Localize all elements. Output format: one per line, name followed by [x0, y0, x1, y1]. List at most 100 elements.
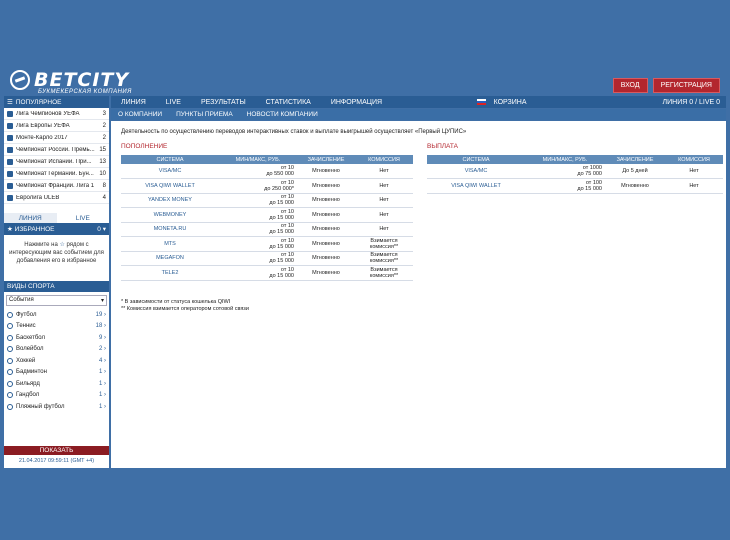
login-button[interactable]: ВХОД — [612, 78, 648, 93]
payment-system-link[interactable]: YANDEX MONEY — [121, 193, 219, 208]
table-cell: Мгновенно — [297, 265, 355, 281]
sport-item-count: 1 — [98, 392, 103, 399]
sport-item[interactable]: Бильярд 1 › — [4, 378, 109, 390]
sports-filter-value: События — [9, 297, 34, 303]
line-live-counter[interactable]: ЛИНИЯ 0 / LIVE 0 — [663, 99, 720, 106]
sport-item[interactable]: Пляжный футбол 1 › — [4, 401, 109, 413]
table-cell: от 10 до 15 000 — [219, 193, 297, 208]
popular-item[interactable]: Чемпионат России. Премь... 15 — [4, 144, 109, 156]
league-icon — [7, 110, 13, 117]
payment-system-link[interactable]: VISA/MC — [427, 164, 525, 179]
favorites-hint: Нажмите на ☆ рядом с интересующим вас со… — [4, 235, 109, 271]
chevron-right-icon: › — [104, 357, 106, 364]
sub-nav: О КОМПАНИИ ПУНКТЫ ПРИЕМА НОВОСТИ КОМПАНИИ — [111, 109, 726, 120]
nav-item[interactable]: ИНФОРМАЦИЯ — [321, 99, 392, 106]
league-icon — [7, 158, 13, 165]
payment-system-link[interactable]: MTS — [121, 236, 219, 252]
sport-item[interactable]: Волейбол 2 › — [4, 344, 109, 356]
sport-item-label: Баскетбол — [16, 334, 45, 341]
nav-item[interactable]: LIVE — [156, 99, 191, 106]
payment-system-link[interactable]: VISA QIWI WALLET — [427, 178, 525, 194]
table-cell: До 5 дней — [605, 164, 665, 179]
sport-item-label: Футбол — [16, 311, 37, 318]
language-flag-icon[interactable] — [476, 99, 486, 105]
main-content: Деятельность по осуществлению переводов … — [111, 121, 726, 468]
popular-header[interactable]: ☰ ПОПУЛЯРНОЕ — [4, 96, 109, 108]
sports-header: ВИДЫ СПОРТА — [4, 281, 109, 292]
show-button[interactable]: ПОКАЗАТЬ — [4, 446, 109, 455]
sport-item[interactable]: Баскетбол 9 › — [4, 332, 109, 344]
payment-system-link[interactable]: MEGAFON — [121, 251, 219, 266]
popular-item[interactable]: Евролига ULEB 4 — [4, 192, 109, 204]
payment-system-link[interactable]: VISA QIWI WALLET — [121, 178, 219, 194]
auth-buttons: ВХОД РЕГИСТРАЦИЯ — [612, 78, 720, 93]
popular-item-label: Чемпионат Германии. Бун... — [16, 170, 94, 177]
register-button[interactable]: РЕГИСТРАЦИЯ — [652, 78, 720, 93]
sports-list: Футбол 19 › Теннис 18 › Баскетбол 9 › Волейбол… — [4, 309, 109, 413]
popular-item-count: 3 — [102, 110, 106, 117]
table-cell: Мгновенно — [297, 193, 355, 208]
star-icon: ★ — [7, 226, 13, 233]
brand-tagline: БУКМЕКЕРСКАЯ КОМПАНИЯ — [38, 89, 132, 95]
sport-item[interactable]: Футбол 19 › — [4, 309, 109, 321]
favorites-header[interactable]: ★ ИЗБРАННОЕ 0 ▾ — [4, 223, 109, 235]
sport-item-label: Пляжный футбол — [16, 403, 65, 410]
payment-system-link[interactable]: VISA/MC — [121, 164, 219, 179]
sport-item-label: Бадминтон — [16, 369, 47, 376]
sport-item[interactable]: Теннис 18 › — [4, 321, 109, 333]
subnav-item[interactable]: О КОМПАНИИ — [111, 111, 169, 118]
payment-system-link[interactable]: MONETA.RU — [121, 222, 219, 237]
popular-item-count: 2 — [102, 134, 106, 141]
popular-item[interactable]: Чемпионат Франции. Лига 1 8 — [4, 180, 109, 192]
payment-system-link[interactable]: TELE2 — [121, 265, 219, 281]
column-header: СИСТЕМА — [427, 155, 525, 164]
popular-item[interactable]: Монте-Карло 2017 2 — [4, 132, 109, 144]
sport-item[interactable]: Бадминтон 1 › — [4, 367, 109, 379]
subnav-item[interactable]: ПУНКТЫ ПРИЕМА — [169, 111, 240, 118]
table-cell: от 10 до 15 000 — [219, 222, 297, 237]
sport-item-count: 1 — [98, 369, 103, 376]
star-outline-icon: ☆ — [59, 242, 65, 248]
league-icon — [7, 194, 13, 201]
intro-text: Деятельность по осуществлению переводов … — [121, 129, 467, 135]
popular-item-label: Чемпионат России. Премь... — [16, 146, 95, 153]
table-cell: Взимается комиссия** — [355, 265, 413, 281]
sport-ball-icon — [7, 369, 13, 376]
nav-item[interactable]: ЛИНИЯ — [111, 99, 156, 106]
logo-emblem-icon — [10, 70, 30, 90]
nav-item[interactable]: СТАТИСТИКА — [256, 99, 321, 106]
payment-system-link[interactable]: WEBMONEY — [121, 207, 219, 223]
popular-item-count: 2 — [102, 122, 106, 129]
deposit-title: ПОПОЛНЕНИЕ — [121, 143, 168, 150]
table-cell: Мгновенно — [605, 178, 665, 194]
table-cell: Мгновенно — [297, 164, 355, 179]
sport-ball-icon — [7, 346, 13, 353]
league-icon — [7, 134, 13, 141]
popular-item[interactable]: Чемпионат Испании. При... 13 — [4, 156, 109, 168]
subnav-item[interactable]: НОВОСТИ КОМПАНИИ — [240, 111, 325, 118]
table-cell: от 10 до 550 000 — [219, 164, 297, 179]
popular-item[interactable]: Чемпионат Германии. Бун... 10 — [4, 168, 109, 180]
popular-item[interactable]: Лига Чемпионов УЕФА 3 — [4, 108, 109, 120]
cart-link[interactable]: КОРЗИНА — [494, 99, 527, 106]
sport-item[interactable]: Хоккей 4 › — [4, 355, 109, 367]
league-icon — [7, 122, 13, 129]
tab-line[interactable]: ЛИНИЯ — [4, 213, 57, 223]
sport-item-count: 18 — [95, 323, 103, 330]
popular-item-label: Лига Чемпионов УЕФА — [16, 110, 80, 117]
footnote-2: ** Комиссия взимается оператором сотовой… — [121, 306, 249, 312]
sports-filter-select[interactable]: События ▾ — [6, 295, 107, 306]
sport-ball-icon — [7, 392, 13, 399]
sport-item-count: 9 — [98, 334, 103, 341]
nav-item[interactable]: РЕЗУЛЬТАТЫ — [191, 99, 256, 106]
brand-logo[interactable]: BETCITY БУКМЕКЕРСКАЯ КОМПАНИЯ — [10, 69, 160, 96]
table-cell: от 10 до 15 000 — [219, 236, 297, 252]
popular-item[interactable]: Лига Европы УЕФА 2 — [4, 120, 109, 132]
chevron-right-icon: › — [104, 403, 106, 410]
deposit-table: СИСТЕМА МИН/МАКС, РУБ. ЗАЧИСЛЕНИЕ КОМИССИЯ V… — [121, 155, 413, 281]
column-header: КОМИССИЯ — [355, 155, 413, 164]
tab-live[interactable]: LIVE — [56, 213, 109, 223]
table-cell: Нет — [355, 178, 413, 194]
sport-item[interactable]: Гандбол 1 › — [4, 390, 109, 402]
favorites-title: ИЗБРАННОЕ — [14, 226, 55, 233]
